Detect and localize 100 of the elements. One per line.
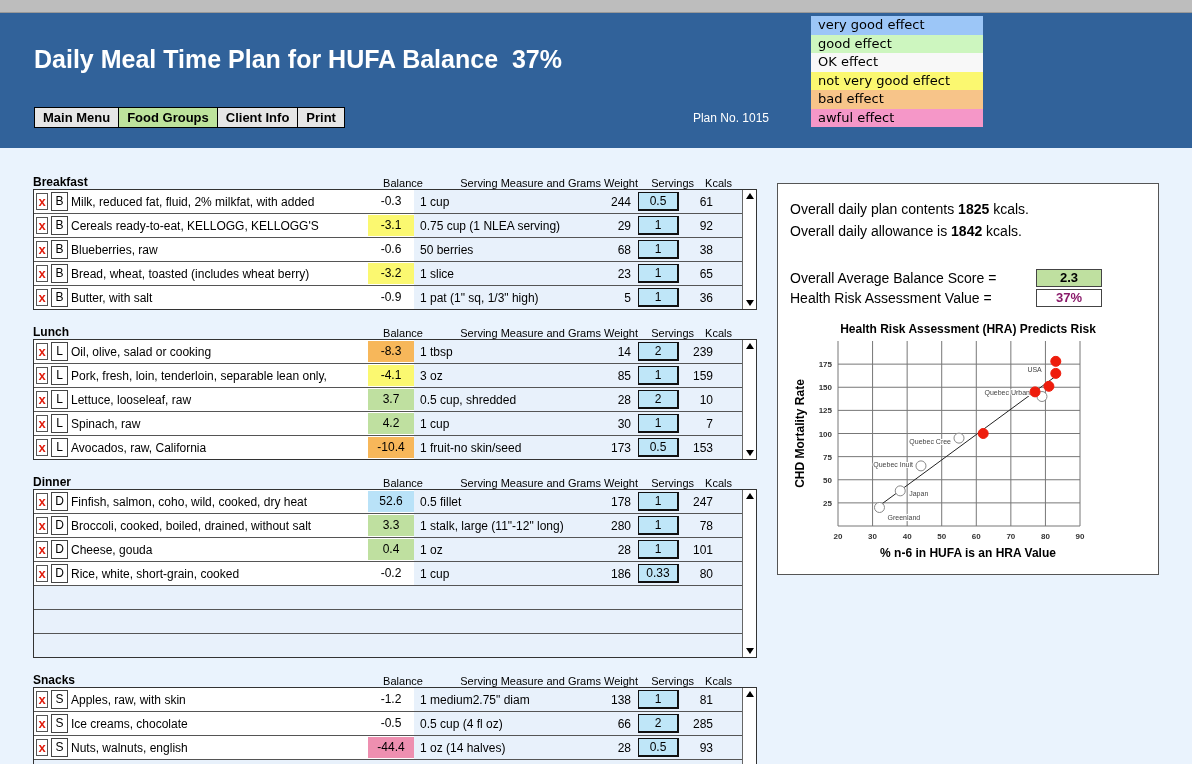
kcals-cell-text: 239 <box>691 344 713 359</box>
meal-letter: L <box>51 414 68 433</box>
kcals-cell-text: 61 <box>698 194 713 209</box>
scrollbar[interactable] <box>742 190 756 309</box>
scrollbar[interactable] <box>742 340 756 459</box>
scroll-up-icon[interactable] <box>745 193 754 199</box>
x-tick-label: 50 <box>937 532 947 541</box>
nav-button[interactable]: Food Groups <box>119 108 218 127</box>
plan-number: Plan No. 1015 <box>692 110 769 125</box>
meal-title: Breakfast <box>33 175 89 189</box>
nav-button[interactable]: Main Menu <box>35 108 120 127</box>
column-header: Balance <box>382 477 424 489</box>
food-name: Cheese, gouda <box>70 542 154 557</box>
x-tick-label: 80 <box>1041 532 1050 541</box>
delete-button[interactable]: x <box>36 217 48 234</box>
servings-field[interactable]: 1 <box>638 492 679 511</box>
servings-field[interactable]: 1 <box>638 216 679 235</box>
food-name: Lettuce, looseleaf, raw <box>70 392 193 407</box>
delete-button[interactable]: x <box>36 691 48 708</box>
column-header: Servings <box>650 675 694 687</box>
food-name: Ice creams, chocolate <box>70 716 189 731</box>
serving-measure: 1 cup <box>419 194 451 209</box>
delete-button[interactable]: x <box>36 193 48 210</box>
hra-label: Health Risk Assessment Value = <box>790 290 993 306</box>
column-header: Balance <box>382 675 424 687</box>
servings-field[interactable]: 0.33 <box>638 564 679 583</box>
scroll-down-icon[interactable] <box>745 648 754 654</box>
balance-cell: -3.2 <box>368 263 414 284</box>
nav-button[interactable]: Client Info <box>217 108 299 127</box>
delete-button[interactable]: x <box>36 241 48 258</box>
meal-title: Snacks <box>33 673 77 687</box>
kcals-cell-text: 101 <box>691 542 713 557</box>
servings-field[interactable]: 1 <box>638 366 679 385</box>
scrollbar[interactable] <box>742 688 756 764</box>
delete-button[interactable]: x <box>36 493 48 510</box>
grams-weight: 173 <box>609 440 631 455</box>
delete-button[interactable]: x <box>36 517 48 534</box>
delete-button[interactable]: x <box>36 367 48 384</box>
serving-measure: 1 cup <box>419 416 451 431</box>
serving-measure: 1 fruit-no skin/seed <box>419 440 523 455</box>
delete-button[interactable]: x <box>36 265 48 282</box>
scroll-down-icon[interactable] <box>745 300 754 306</box>
delete-button[interactable]: x <box>36 415 48 432</box>
delete-button[interactable]: x <box>36 739 48 756</box>
column-header: Balance <box>382 177 424 189</box>
servings-field[interactable]: 0.5 <box>638 738 679 757</box>
grams-weight: 178 <box>609 494 631 509</box>
kcals-cell-text: 36 <box>698 290 713 305</box>
delete-button[interactable]: x <box>36 289 48 306</box>
serving-measure: 0.5 cup, shredded <box>419 392 518 407</box>
serving-measure: 1 medium2.75" diam <box>419 692 531 707</box>
servings-field[interactable]: 0.5 <box>638 438 679 457</box>
scroll-up-icon[interactable] <box>745 343 754 349</box>
grams-weight: 14 <box>616 344 631 359</box>
delete-button[interactable]: x <box>36 541 48 558</box>
delete-button[interactable]: x <box>36 391 48 408</box>
serving-measure: 1 oz <box>419 542 444 557</box>
serving-measure: 1 tbsp <box>419 344 454 359</box>
delete-button[interactable]: x <box>36 439 48 456</box>
grams-weight: 30 <box>616 416 631 431</box>
servings-field[interactable]: 1 <box>638 414 679 433</box>
serving-measure: 0.5 cup (4 fl oz) <box>419 716 504 731</box>
servings-field[interactable]: 0.5 <box>638 192 679 211</box>
column-header: Servings <box>650 177 694 189</box>
meal-letter: B <box>51 216 68 235</box>
scroll-up-icon[interactable] <box>745 691 754 697</box>
servings-field[interactable]: 2 <box>638 714 679 733</box>
scrollbar[interactable] <box>742 490 756 657</box>
scroll-up-icon[interactable] <box>745 493 754 499</box>
delete-button[interactable]: x <box>36 565 48 582</box>
nav-button[interactable]: Print <box>298 108 344 127</box>
kcals-cell-text: 80 <box>698 566 713 581</box>
serving-measure: 1 oz (14 halves) <box>419 740 507 755</box>
grams-weight: 68 <box>616 242 631 257</box>
y-tick-label: 50 <box>823 475 832 485</box>
servings-field[interactable]: 1 <box>638 264 679 283</box>
meal-letter: B <box>51 192 68 211</box>
delete-button[interactable]: x <box>36 343 48 360</box>
servings-field[interactable]: 2 <box>638 342 679 361</box>
column-header: Servings <box>650 477 694 489</box>
legend-item: very good effect <box>811 16 983 35</box>
scroll-down-icon[interactable] <box>745 450 754 456</box>
servings-field[interactable]: 1 <box>638 516 679 535</box>
servings-field[interactable]: 1 <box>638 690 679 709</box>
servings-field[interactable]: 1 <box>638 240 679 259</box>
balance-cell: -8.3 <box>368 341 414 362</box>
delete-button[interactable]: x <box>36 715 48 732</box>
kcals-cell-text: 65 <box>698 266 713 281</box>
kcals-cell-text: 153 <box>691 440 713 455</box>
kcals-cell-text: 93 <box>698 740 713 755</box>
food-name: Pork, fresh, loin, tenderloin, separable lean only, <box>70 368 328 383</box>
meal-letter: L <box>51 438 68 457</box>
balance-cell: -3.1 <box>368 215 414 236</box>
food-name: Rice, white, short-grain, cooked <box>70 566 241 581</box>
servings-field[interactable]: 1 <box>638 288 679 307</box>
servings-field[interactable]: 1 <box>638 540 679 559</box>
servings-field[interactable]: 2 <box>638 390 679 409</box>
hra-value: 37% <box>1036 289 1102 307</box>
balance-cell: 0.4 <box>368 539 414 560</box>
x-tick-label: 60 <box>971 532 981 541</box>
